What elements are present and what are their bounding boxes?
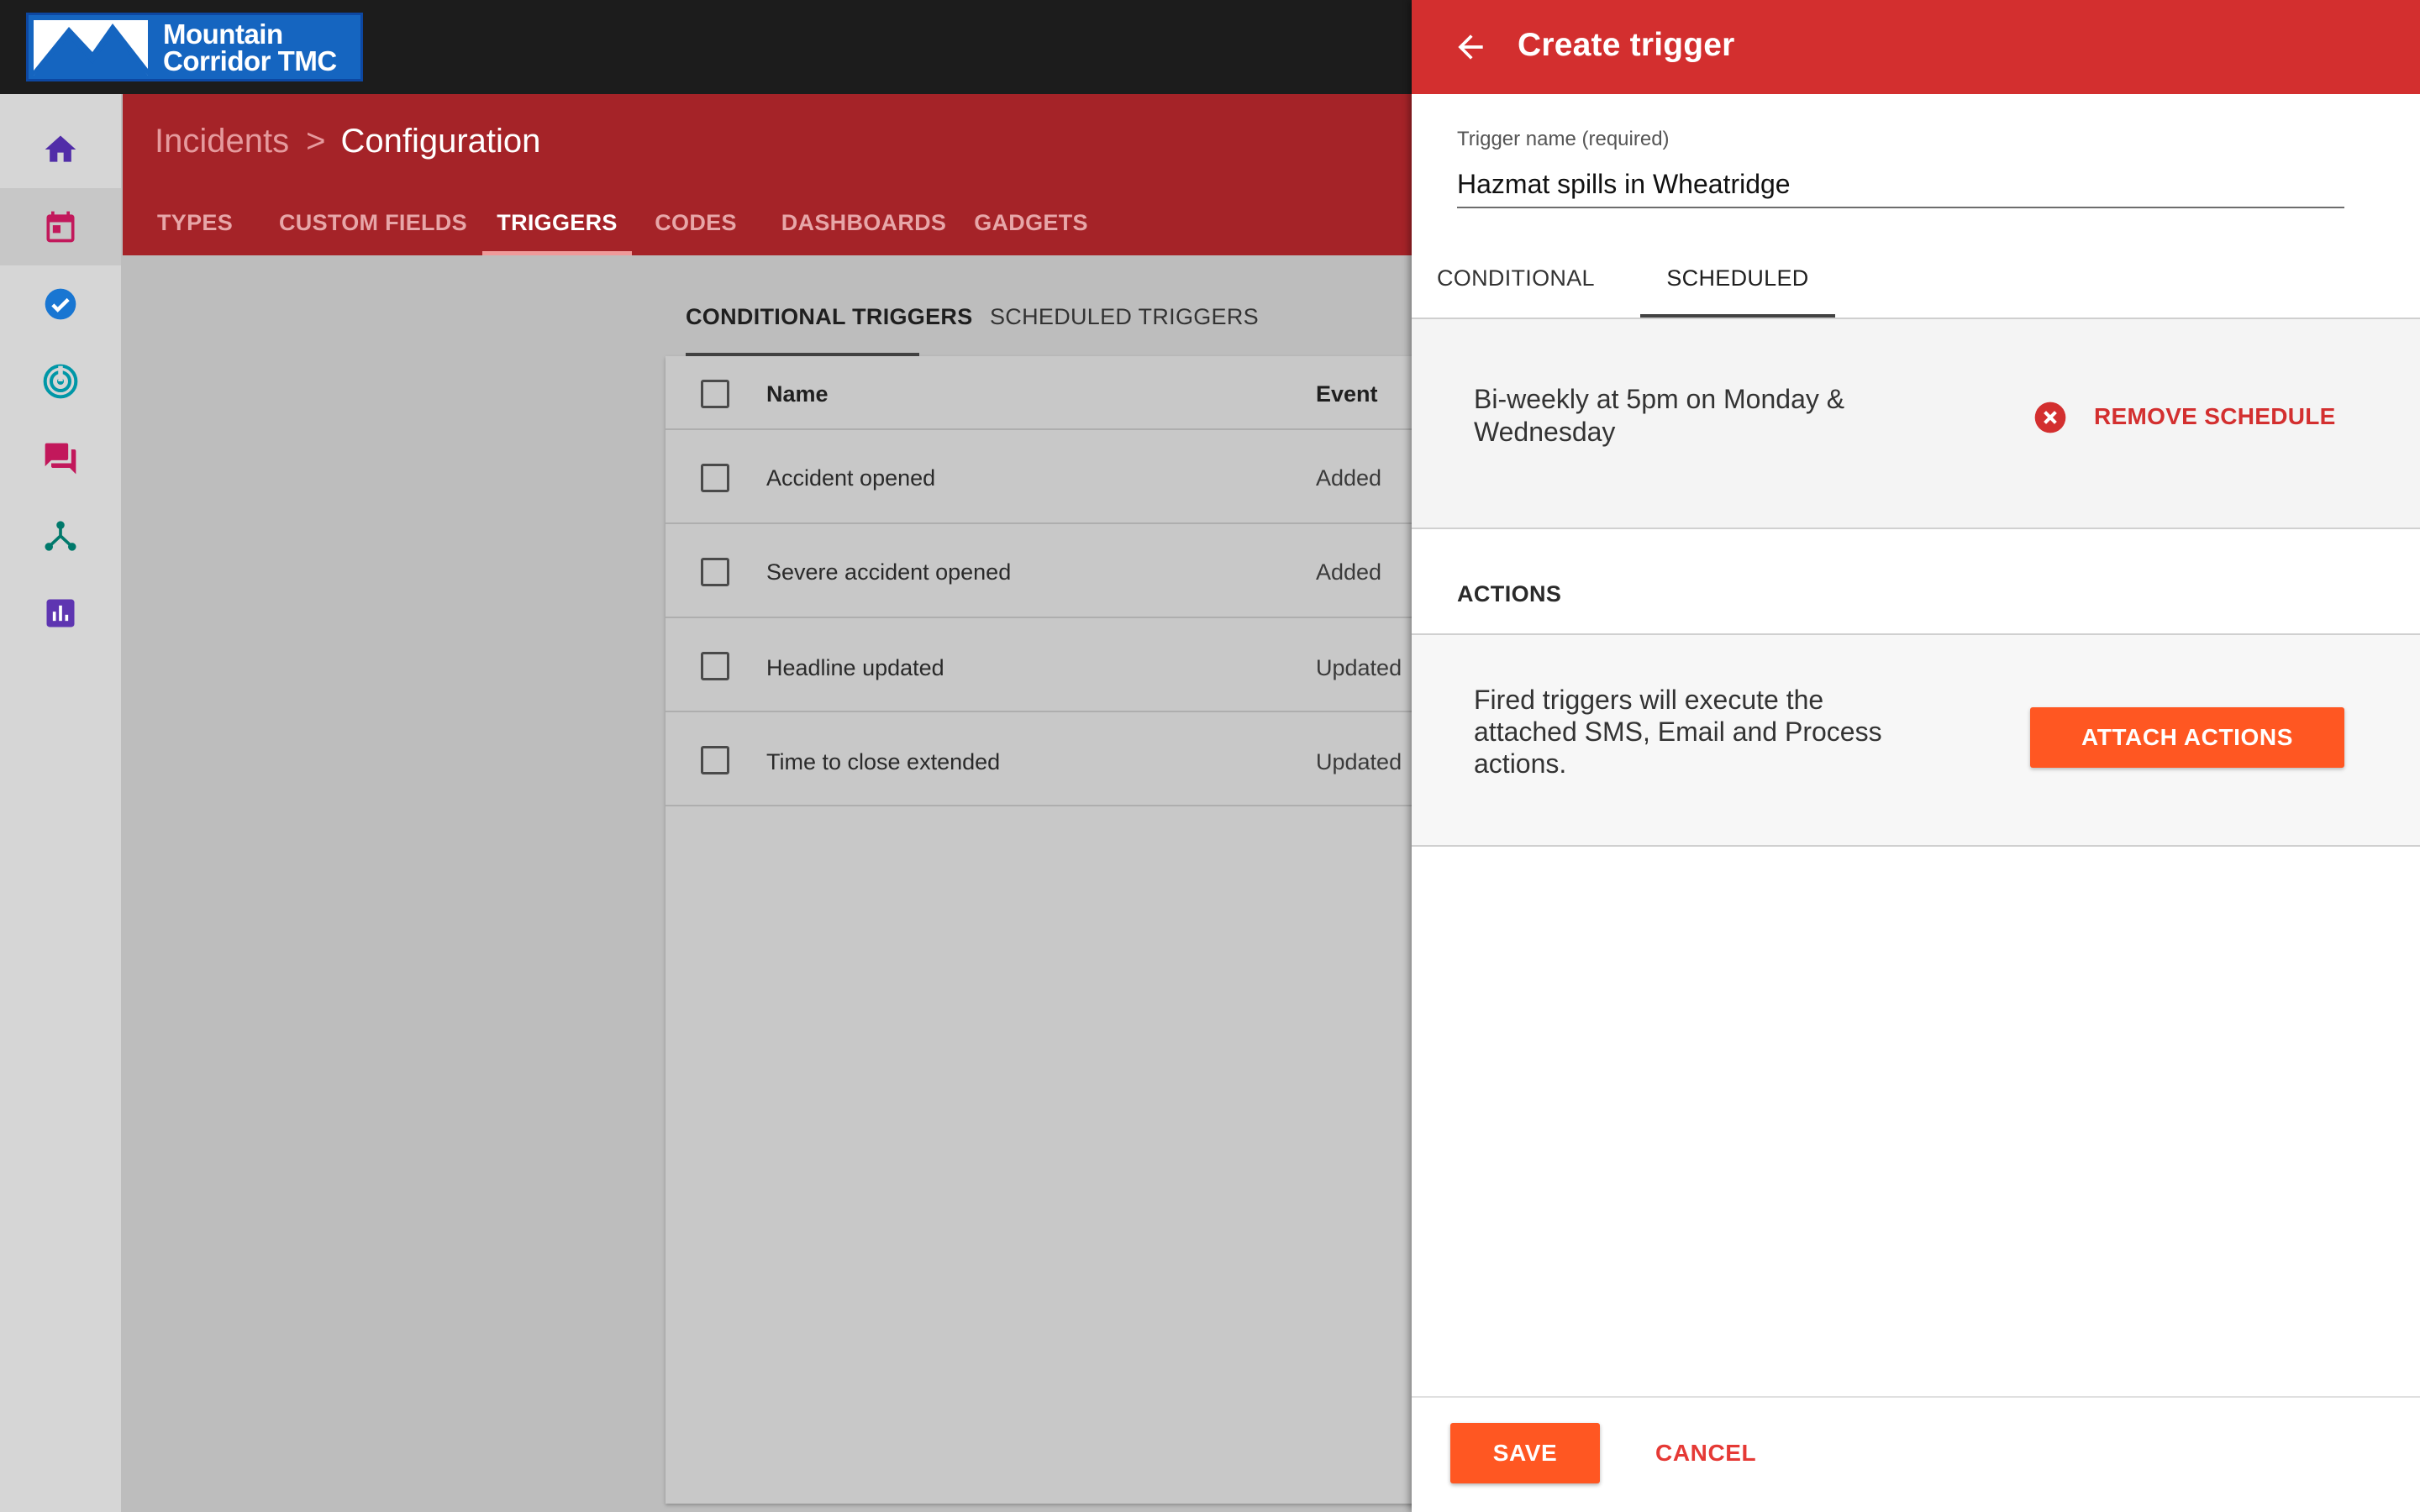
tab-scheduled[interactable]: SCHEDULED <box>1640 249 1835 318</box>
logo-text: Mountain Corridor TMC <box>163 18 337 76</box>
column-header-name[interactable]: Name <box>766 381 829 407</box>
page-header: Incidents > Configuration TYPES CUSTOM FIE… <box>123 94 1412 255</box>
table-row[interactable]: Headline updated Updated <box>666 618 1422 712</box>
table-row[interactable]: Time to close extended Updated <box>666 712 1422 806</box>
check-circle-icon <box>45 288 76 320</box>
breadcrumb-configuration: Configuration <box>340 123 541 160</box>
calendar-icon <box>46 211 75 243</box>
cancel-button[interactable]: CANCEL <box>1655 1440 1756 1467</box>
row-name: Severe accident opened <box>766 559 1012 585</box>
row-name: Accident opened <box>766 465 936 491</box>
sidebar-item-messages[interactable] <box>0 420 121 497</box>
attach-actions-button[interactable]: ATTACH ACTIONS <box>2030 707 2344 768</box>
sidebar-item-home[interactable] <box>0 111 121 188</box>
trigger-name-input[interactable] <box>1457 161 2344 208</box>
row-checkbox[interactable] <box>701 558 729 586</box>
row-event: Added <box>1316 465 1382 491</box>
triggers-table: Name Event Accident opened Added Severe … <box>666 356 1422 1504</box>
row-event: Added <box>1316 559 1382 585</box>
row-event: Updated <box>1316 655 1402 680</box>
tab-gadgets[interactable]: GADGETS <box>968 197 1094 255</box>
actions-section: Fired triggers will execute the attached… <box>1412 635 2420 847</box>
footer-divider <box>1412 1396 2420 1398</box>
row-name: Headline updated <box>766 655 944 680</box>
sidebar-item-tasks[interactable] <box>0 265 121 343</box>
logo-line-2: Corridor TMC <box>163 45 337 76</box>
back-arrow-icon[interactable] <box>1452 29 1489 66</box>
tab-triggers[interactable]: TRIGGERS <box>482 197 632 255</box>
sidebar-item-calendar[interactable] <box>0 188 121 265</box>
workflow-icon <box>45 521 76 551</box>
row-checkbox[interactable] <box>701 464 729 492</box>
row-checkbox[interactable] <box>701 746 729 774</box>
sidebar <box>0 94 123 1512</box>
panel-header: Create trigger <box>1412 0 2420 94</box>
home-icon <box>45 135 76 162</box>
remove-schedule-button[interactable]: REMOVE SCHEDULE <box>2094 403 2336 430</box>
table-header-row: Name Event <box>666 356 1422 430</box>
tab-codes[interactable]: CODES <box>652 197 739 255</box>
remove-circle-icon[interactable] <box>2032 399 2069 436</box>
breadcrumb: Incidents > Configuration <box>155 119 540 163</box>
create-trigger-panel: Create trigger Trigger name (required) C… <box>1412 0 2420 1512</box>
column-header-event[interactable]: Event <box>1316 381 1378 407</box>
top-bar: Mountain Corridor TMC <box>0 0 1412 94</box>
breadcrumb-separator: > <box>306 123 326 160</box>
table-row[interactable]: Accident opened Added <box>666 430 1422 524</box>
sidebar-item-workflow[interactable] <box>0 497 121 575</box>
logo-line-1: Mountain <box>163 18 283 50</box>
select-all-checkbox[interactable] <box>701 380 729 408</box>
schedule-description: Bi-weekly at 5pm on Monday & Wednesday <box>1474 384 1845 447</box>
radar-icon <box>43 364 78 399</box>
row-event: Updated <box>1316 749 1402 774</box>
tab-conditional-triggers[interactable]: CONDITIONAL TRIGGERS <box>686 296 972 356</box>
sidebar-item-radar[interactable] <box>0 343 121 420</box>
main-content: CONDITIONAL TRIGGERS SCHEDULED TRIGGERS … <box>123 255 1422 1512</box>
actions-description: Fired triggers will execute the attached… <box>1474 685 1882 779</box>
row-name: Time to close extended <box>766 749 1001 774</box>
chat-icon <box>45 443 76 475</box>
actions-heading: ACTIONS <box>1457 581 1562 606</box>
save-button[interactable]: SAVE <box>1450 1423 1600 1483</box>
tab-scheduled-triggers[interactable]: SCHEDULED TRIGGERS <box>990 296 1259 356</box>
chart-icon <box>46 599 75 627</box>
mountain-logo-icon <box>34 20 148 76</box>
tab-conditional[interactable]: CONDITIONAL <box>1437 249 1595 318</box>
table-row[interactable]: Severe accident opened Added <box>666 524 1422 618</box>
trigger-name-label: Trigger name (required) <box>1457 128 1670 150</box>
breadcrumb-incidents[interactable]: Incidents <box>155 123 289 160</box>
tab-dashboards[interactable]: DASHBOARDS <box>775 197 953 255</box>
app-logo[interactable]: Mountain Corridor TMC <box>26 13 363 81</box>
row-checkbox[interactable] <box>701 652 729 680</box>
schedule-section: Bi-weekly at 5pm on Monday & Wednesday R… <box>1412 319 2420 529</box>
tab-custom-fields[interactable]: CUSTOM FIELDS <box>279 197 467 255</box>
sidebar-item-reports[interactable] <box>0 575 121 652</box>
tab-types[interactable]: TYPES <box>148 197 242 255</box>
panel-title: Create trigger <box>1518 27 1735 63</box>
